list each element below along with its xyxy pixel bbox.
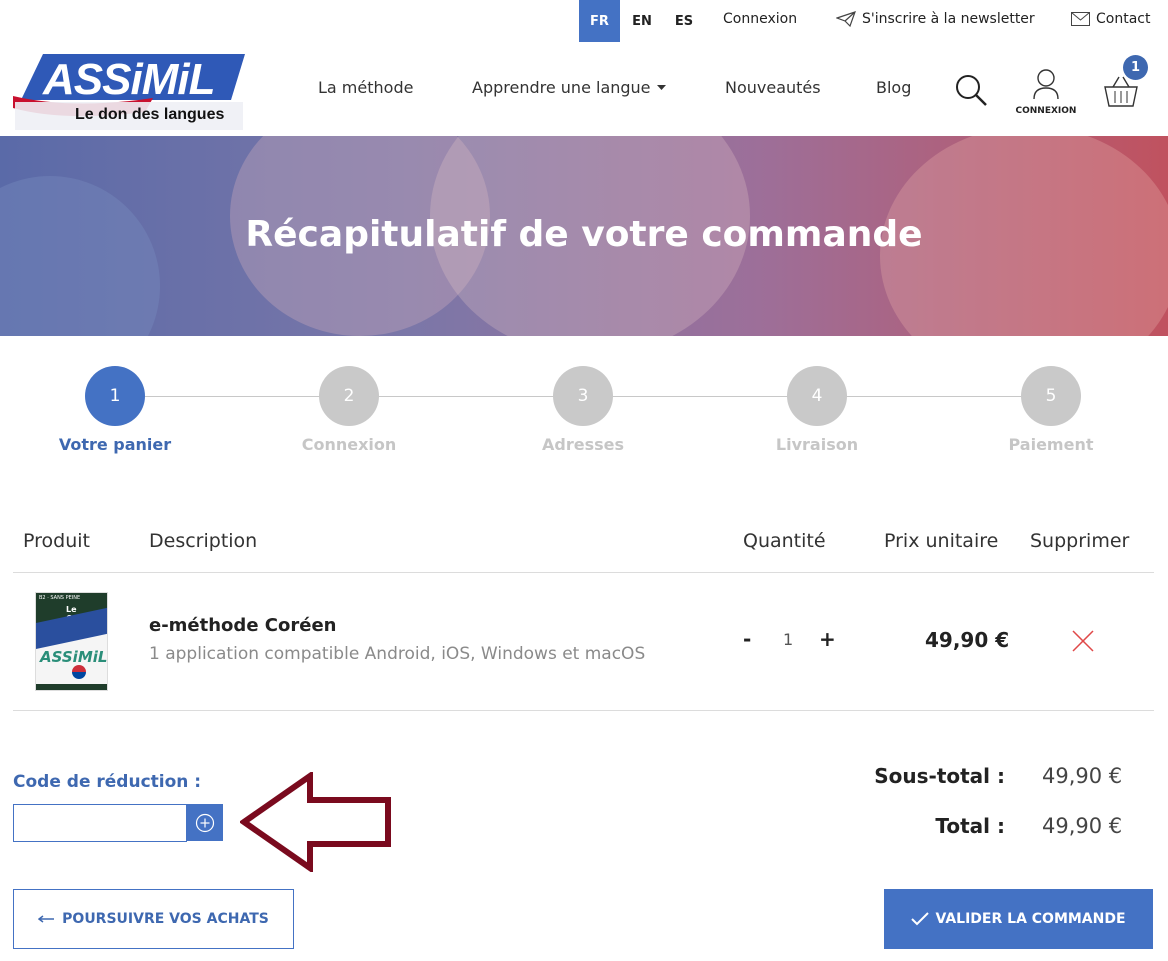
coupon-label: Code de réduction : xyxy=(13,772,202,792)
newsletter-link[interactable]: S'inscrire à la newsletter xyxy=(836,11,1035,27)
contact-label: Contact xyxy=(1096,11,1151,27)
paper-plane-icon xyxy=(836,11,856,27)
header-delete: Supprimer xyxy=(1030,530,1130,552)
header-unit-price: Prix unitaire xyxy=(884,530,999,552)
page-title: Récapitulatif de votre commande xyxy=(245,214,923,255)
nav-blog[interactable]: Blog xyxy=(876,78,911,97)
unit-price: 49,90 € xyxy=(925,628,1010,652)
coupon-apply-button[interactable] xyxy=(186,804,223,841)
product-name[interactable]: e-méthode Coréen xyxy=(149,615,336,636)
nav-learn-dropdown[interactable]: Apprendre une langue xyxy=(472,78,666,97)
product-description: 1 application compatible Android, iOS, W… xyxy=(149,644,646,664)
nav-learn-label: Apprendre une langue xyxy=(472,78,651,97)
assimil-logo[interactable]: ASSiMiL Le don des langues xyxy=(13,52,247,130)
caret-down-icon xyxy=(656,85,666,90)
subtotal-label: Sous-total : xyxy=(874,764,1005,788)
validate-order-button[interactable]: VALIDER LA COMMANDE xyxy=(884,889,1153,949)
korean-flag-icon xyxy=(72,665,86,679)
step-5-label: Paiement xyxy=(1008,435,1094,454)
step-4-label: Livraison xyxy=(775,435,859,454)
arrow-left-icon xyxy=(38,915,55,923)
book-series-text: B2 · SANS PEINE xyxy=(39,595,81,601)
plus-circle-icon xyxy=(195,813,214,832)
lang-es-tab[interactable]: ES xyxy=(664,0,704,42)
user-icon xyxy=(1033,69,1059,100)
top-login-label: Connexion xyxy=(723,11,798,27)
step-5-circle: 5 xyxy=(1021,366,1081,426)
step-4-circle: 4 xyxy=(787,366,847,426)
lang-en-tab[interactable]: EN xyxy=(622,0,662,42)
hero-banner: Récapitulatif de votre commande xyxy=(0,136,1168,336)
book-cover-logo: ASSiMiL xyxy=(40,648,108,666)
logo-title: ASSiMiL xyxy=(43,55,215,104)
step-1-label: Votre panier xyxy=(58,435,172,454)
continue-shopping-button[interactable]: POURSUIVRE VOS ACHATS xyxy=(13,889,294,949)
lang-fr-tab[interactable]: FR xyxy=(579,0,620,42)
total-value: 49,90 € xyxy=(1042,814,1123,838)
step-1-circle: 1 xyxy=(85,366,145,426)
logo-tagline: Le don des langues xyxy=(75,106,225,123)
nav-new[interactable]: Nouveautés xyxy=(725,78,821,97)
header-description: Description xyxy=(149,530,258,552)
cart-count-badge: 1 xyxy=(1123,55,1148,80)
search-icon[interactable] xyxy=(954,73,988,107)
quantity-decrease-button[interactable]: - xyxy=(743,627,751,651)
subtotal-value: 49,90 € xyxy=(1042,764,1123,788)
newsletter-label: S'inscrire à la newsletter xyxy=(862,11,1035,27)
step-3-label: Adresses xyxy=(542,435,624,454)
continue-shopping-label: POURSUIVRE VOS ACHATS xyxy=(62,911,269,927)
checkmark-icon xyxy=(911,912,930,926)
envelope-icon xyxy=(1071,12,1090,26)
top-login-link[interactable]: Connexion xyxy=(723,11,797,27)
annotation-arrow-icon xyxy=(240,772,391,872)
coupon-input[interactable] xyxy=(13,804,187,842)
quantity-increase-button[interactable]: + xyxy=(819,627,836,651)
contact-link[interactable]: Contact xyxy=(1071,11,1150,27)
quantity-value[interactable]: 1 xyxy=(783,630,793,649)
validate-order-label: VALIDER LA COMMANDE xyxy=(935,911,1126,927)
total-label: Total : xyxy=(935,814,1005,838)
delete-icon[interactable] xyxy=(1072,630,1094,652)
step-3-circle: 3 xyxy=(553,366,613,426)
step-2-label: Connexion xyxy=(301,435,397,454)
table-divider-bottom xyxy=(13,710,1154,711)
header-product: Produit xyxy=(23,530,90,552)
account-button[interactable]: CONNEXION xyxy=(1013,68,1079,120)
product-thumbnail[interactable]: B2 · SANS PEINE Le Coréen ASSiMiL xyxy=(35,592,108,691)
account-label: CONNEXION xyxy=(1015,106,1077,116)
nav-method[interactable]: La méthode xyxy=(318,78,413,97)
header-quantity: Quantité xyxy=(743,530,826,552)
table-divider-top xyxy=(13,572,1154,573)
step-2-circle: 2 xyxy=(319,366,379,426)
